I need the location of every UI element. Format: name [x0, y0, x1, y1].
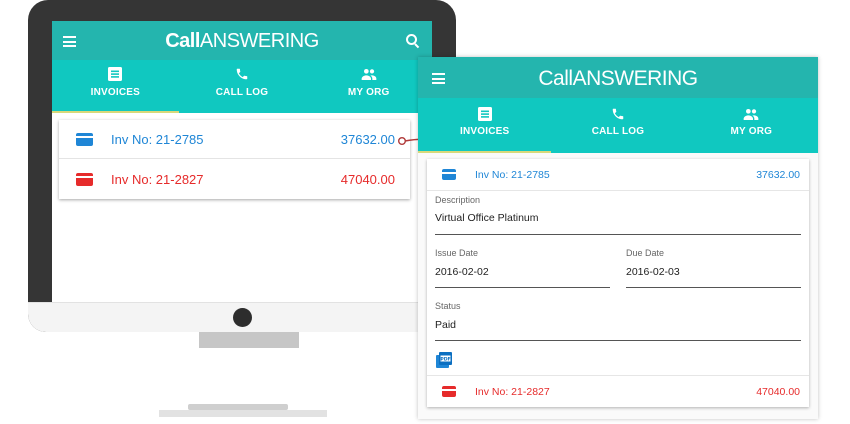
- phone-icon: [236, 68, 248, 80]
- invoice-number: Inv No: 21-2785: [475, 168, 550, 181]
- due-date-underline: [626, 287, 801, 288]
- desktop-toolbar: CallANSWERING: [52, 21, 432, 60]
- active-tab-indicator: [418, 151, 552, 153]
- tab-my-org-label: MY ORG: [347, 87, 390, 98]
- monitor-foot: [159, 410, 327, 417]
- svg-text:PDF: PDF: [440, 356, 450, 362]
- invoice-number: Inv No: 21-2827: [475, 385, 550, 398]
- tab-my-org-label: MY ORG: [730, 126, 773, 137]
- group-icon: [361, 69, 377, 80]
- invoice-icon: [477, 107, 492, 121]
- tab-invoices[interactable]: INVOICES: [418, 98, 552, 153]
- issue-date-value: 2016-02-02: [435, 266, 489, 278]
- logo-call-text: Call: [165, 30, 200, 52]
- desktop-invoice-list: Inv No: 21-2785 37632.00 Inv No: 21-2827…: [59, 120, 410, 199]
- tab-invoices-label: INVOICES: [90, 87, 141, 98]
- pdf-icon[interactable]: PDF: [436, 352, 452, 368]
- description-label: Description: [435, 195, 481, 205]
- tab-call-log[interactable]: CALL LOG: [179, 60, 306, 113]
- monitor-button: [233, 308, 252, 327]
- tab-call-log-label: CALL LOG: [215, 87, 269, 98]
- mobile-panel: CallANSWERING INVOICES CALL LOG MY ORG I…: [418, 57, 818, 419]
- invoice-number: Inv No: 21-2827: [111, 172, 204, 187]
- status-value: Paid: [435, 319, 457, 331]
- monitor-neck: [199, 332, 299, 348]
- active-tab-indicator: [52, 111, 179, 113]
- due-date-value: 2016-02-03: [626, 266, 680, 278]
- credit-card-icon: [76, 173, 93, 186]
- desktop-tab-bar: INVOICES CALL LOG MY ORG: [52, 60, 432, 113]
- tab-my-org[interactable]: MY ORG: [305, 60, 432, 113]
- tab-invoices[interactable]: INVOICES: [52, 60, 179, 113]
- mobile-toolbar: CallANSWERING: [418, 57, 818, 98]
- issue-date-underline: [435, 287, 610, 288]
- tab-my-org[interactable]: MY ORG: [685, 98, 818, 153]
- list-item[interactable]: Inv No: 21-2785 37632.00: [59, 120, 410, 159]
- due-date-label: Due Date: [626, 248, 665, 258]
- status-underline: [435, 340, 801, 341]
- status-label: Status: [435, 301, 461, 311]
- tab-invoices-label: INVOICES: [459, 126, 510, 137]
- invoice-amount: 47040.00: [756, 385, 800, 398]
- invoice-amount: 37632.00: [756, 168, 800, 181]
- description-underline: [435, 234, 801, 235]
- credit-card-icon: [442, 169, 456, 180]
- search-icon[interactable]: [406, 34, 420, 49]
- desktop-screen: CallANSWERING INVOICES CALL LOG MY ORG I…: [52, 21, 432, 303]
- issue-date-label: Issue Date: [435, 248, 479, 258]
- list-item[interactable]: Inv No: 21-2827 47040.00: [59, 160, 410, 199]
- logo-answering-text: ANSWERING: [199, 30, 319, 52]
- invoice-amount: 37632.00: [340, 131, 395, 147]
- desktop-monitor: CallANSWERING INVOICES CALL LOG MY ORG I…: [28, 0, 456, 332]
- group-icon: [743, 109, 759, 120]
- invoice-icon: [108, 67, 123, 81]
- logo-call-text: Call: [538, 67, 573, 90]
- list-item[interactable]: Inv No: 21-2785 37632.00: [427, 159, 809, 191]
- phone-icon: [612, 108, 624, 120]
- credit-card-icon: [76, 132, 93, 146]
- description-value: Virtual Office Platinum: [435, 212, 539, 224]
- logo-answering-text: ANSWERING: [572, 67, 699, 90]
- list-item[interactable]: Inv No: 21-2827 47040.00: [427, 375, 809, 407]
- invoice-detail-card: Inv No: 21-2785 37632.00 Description Vir…: [427, 159, 809, 407]
- app-logo: CallANSWERING: [52, 30, 432, 53]
- tab-call-log[interactable]: CALL LOG: [551, 98, 684, 153]
- tab-call-log-label: CALL LOG: [591, 126, 645, 137]
- invoice-number: Inv No: 21-2785: [111, 131, 204, 147]
- invoice-amount: 47040.00: [340, 172, 395, 187]
- mobile-tab-bar: INVOICES CALL LOG MY ORG: [418, 98, 818, 153]
- credit-card-icon: [442, 386, 456, 397]
- app-logo: CallANSWERING: [418, 67, 818, 91]
